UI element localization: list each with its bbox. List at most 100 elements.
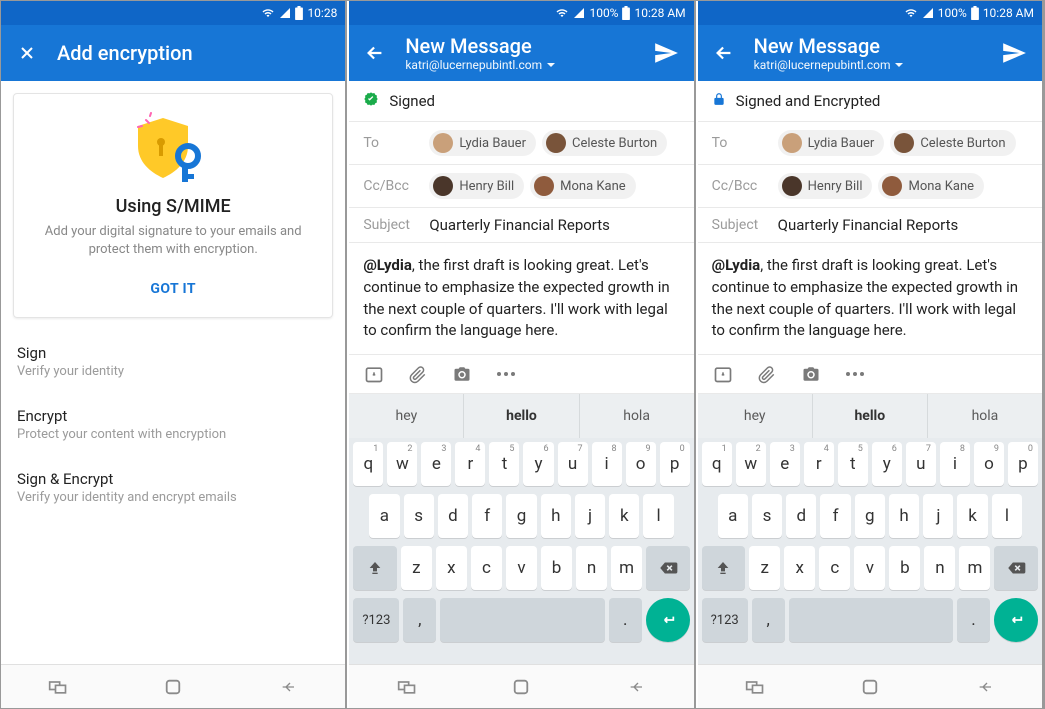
- key-n[interactable]: n: [924, 546, 955, 590]
- suggestion[interactable]: hola: [928, 394, 1042, 438]
- key-x[interactable]: x: [436, 546, 467, 590]
- enter-key[interactable]: [646, 598, 690, 642]
- key-r[interactable]: r4: [804, 442, 834, 486]
- key-k[interactable]: k: [957, 494, 987, 538]
- camera-icon[interactable]: [451, 363, 473, 385]
- availability-icon[interactable]: [712, 363, 734, 385]
- key-t[interactable]: t5: [838, 442, 868, 486]
- shift-key[interactable]: [702, 546, 745, 590]
- attachment-icon[interactable]: [756, 363, 778, 385]
- key-u[interactable]: u7: [906, 442, 936, 486]
- key-s[interactable]: s: [752, 494, 782, 538]
- recipient-chip[interactable]: Celeste Burton: [890, 130, 1015, 156]
- recipient-chip[interactable]: Henry Bill: [778, 173, 873, 199]
- key-j[interactable]: j: [923, 494, 953, 538]
- period-key[interactable]: .: [609, 598, 642, 642]
- recipient-chip[interactable]: Mona Kane: [530, 173, 636, 199]
- enter-key[interactable]: [994, 598, 1038, 642]
- key-h[interactable]: h: [541, 494, 571, 538]
- key-q[interactable]: q1: [702, 442, 732, 486]
- key-u[interactable]: u7: [558, 442, 588, 486]
- home-button[interactable]: [856, 673, 884, 701]
- suggestion[interactable]: hello: [813, 394, 928, 438]
- key-w[interactable]: w2: [387, 442, 417, 486]
- option-encrypt[interactable]: Encrypt Protect your content with encryp…: [1, 393, 345, 456]
- subject-input[interactable]: Quarterly Financial Reports: [429, 216, 610, 234]
- key-o[interactable]: o9: [974, 442, 1004, 486]
- back-button[interactable]: [274, 673, 302, 701]
- symbols-key[interactable]: ?123: [702, 598, 748, 642]
- recipient-chip[interactable]: Henry Bill: [429, 173, 524, 199]
- key-b[interactable]: b: [541, 546, 572, 590]
- key-y[interactable]: y6: [523, 442, 553, 486]
- availability-icon[interactable]: [363, 363, 385, 385]
- key-o[interactable]: o9: [626, 442, 656, 486]
- from-account-selector[interactable]: katri@lucernepubintl.com: [754, 58, 998, 72]
- key-z[interactable]: z: [401, 546, 432, 590]
- key-l[interactable]: l: [992, 494, 1022, 538]
- key-s[interactable]: s: [404, 494, 434, 538]
- key-m[interactable]: m: [959, 546, 990, 590]
- backspace-key[interactable]: [646, 546, 689, 590]
- key-g[interactable]: g: [855, 494, 885, 538]
- subject-input[interactable]: Quarterly Financial Reports: [778, 216, 959, 234]
- backspace-key[interactable]: [994, 546, 1037, 590]
- key-p[interactable]: p0: [1008, 442, 1038, 486]
- key-v[interactable]: v: [506, 546, 537, 590]
- recent-apps-button[interactable]: [741, 673, 769, 701]
- more-icon[interactable]: [495, 363, 517, 385]
- key-i[interactable]: i8: [592, 442, 622, 486]
- home-button[interactable]: [159, 673, 187, 701]
- key-p[interactable]: p0: [660, 442, 690, 486]
- key-f[interactable]: f: [472, 494, 502, 538]
- suggestion[interactable]: hey: [349, 394, 464, 438]
- attachment-icon[interactable]: [407, 363, 429, 385]
- message-body-input[interactable]: @Lydia, the first draft is looking great…: [349, 243, 693, 355]
- close-icon[interactable]: [13, 39, 41, 67]
- cc-field-row[interactable]: Cc/Bcc Henry Bill Mona Kane: [349, 165, 693, 208]
- key-i[interactable]: i8: [940, 442, 970, 486]
- comma-key[interactable]: ,: [403, 598, 436, 642]
- key-a[interactable]: a: [369, 494, 399, 538]
- option-sign[interactable]: Sign Verify your identity: [1, 330, 345, 393]
- suggestion[interactable]: hey: [698, 394, 813, 438]
- to-field-row[interactable]: To Lydia Bauer Celeste Burton: [698, 122, 1042, 165]
- key-w[interactable]: w2: [736, 442, 766, 486]
- key-v[interactable]: v: [854, 546, 885, 590]
- key-b[interactable]: b: [889, 546, 920, 590]
- key-l[interactable]: l: [643, 494, 673, 538]
- security-status-row[interactable]: Signed: [349, 81, 693, 122]
- recipient-chip[interactable]: Celeste Burton: [542, 130, 667, 156]
- key-q[interactable]: q1: [353, 442, 383, 486]
- key-z[interactable]: z: [749, 546, 780, 590]
- space-key[interactable]: [789, 598, 953, 642]
- send-button[interactable]: [998, 37, 1030, 69]
- recipient-chip[interactable]: Mona Kane: [878, 173, 984, 199]
- key-r[interactable]: r4: [455, 442, 485, 486]
- message-body-input[interactable]: @Lydia, the first draft is looking great…: [698, 243, 1042, 355]
- back-icon[interactable]: [361, 39, 389, 67]
- key-k[interactable]: k: [609, 494, 639, 538]
- option-sign-encrypt[interactable]: Sign & Encrypt Verify your identity and …: [1, 456, 345, 519]
- back-button[interactable]: [622, 673, 650, 701]
- home-button[interactable]: [507, 673, 535, 701]
- recent-apps-button[interactable]: [44, 673, 72, 701]
- key-c[interactable]: c: [471, 546, 502, 590]
- recent-apps-button[interactable]: [393, 673, 421, 701]
- mention[interactable]: @Lydia: [712, 256, 761, 274]
- key-t[interactable]: t5: [489, 442, 519, 486]
- space-key[interactable]: [440, 598, 604, 642]
- cc-field-row[interactable]: Cc/Bcc Henry Bill Mona Kane: [698, 165, 1042, 208]
- security-status-row[interactable]: Signed and Encrypted: [698, 81, 1042, 122]
- suggestion[interactable]: hello: [464, 394, 579, 438]
- from-account-selector[interactable]: katri@lucernepubintl.com: [405, 58, 649, 72]
- key-e[interactable]: e3: [770, 442, 800, 486]
- key-a[interactable]: a: [718, 494, 748, 538]
- key-y[interactable]: y6: [872, 442, 902, 486]
- suggestion[interactable]: hola: [580, 394, 694, 438]
- recipient-chip[interactable]: Lydia Bauer: [778, 130, 885, 156]
- key-d[interactable]: d: [438, 494, 468, 538]
- mention[interactable]: @Lydia: [363, 256, 412, 274]
- send-button[interactable]: [650, 37, 682, 69]
- back-icon[interactable]: [710, 39, 738, 67]
